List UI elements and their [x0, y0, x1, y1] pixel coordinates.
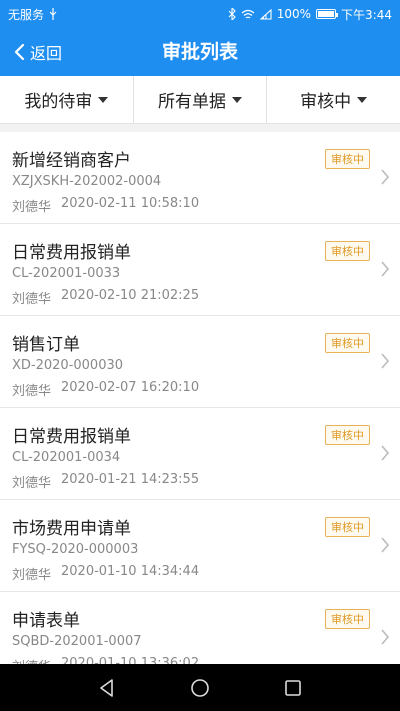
bluetooth-icon [228, 8, 236, 20]
item-title: 新增经销商客户 [12, 151, 131, 171]
item-user: 刘德华 [12, 200, 52, 215]
item-code: FYSQ-2020-000003 [12, 542, 139, 557]
back-label: 返回 [30, 44, 63, 63]
item-code: XZJXSKH-202002-0004 [12, 174, 162, 189]
status-badge: 审核中 [325, 609, 370, 629]
approval-list: 新增经销商客户 XZJXSKH-202002-0004 刘德华 2020-02-1… [0, 132, 400, 664]
item-code: CL-202001-0033 [12, 266, 121, 281]
status-left: 无服务 [8, 6, 57, 23]
list-item[interactable]: 日常费用报销单 CL-202001-0033 刘德华 2020-02-10 21:… [0, 224, 400, 316]
battery-fill [318, 11, 335, 17]
item-datetime: 2020-02-07 16:20:10 [61, 380, 200, 395]
chevron-right-icon [381, 261, 390, 277]
clock-text: 下午3:44 [341, 7, 392, 22]
nav-bar: 返回 审批列表 [0, 28, 400, 76]
item-user: 刘德华 [12, 292, 52, 307]
item-datetime: 2020-01-10 13:36:02 [61, 656, 200, 664]
list-item[interactable]: 市场费用申请单 FYSQ-2020-000003 刘德华 2020-01-10 1… [0, 500, 400, 592]
item-datetime: 2020-02-10 21:02:25 [61, 288, 200, 303]
carrier-text: 无服务 [8, 7, 45, 22]
recents-square-icon[interactable] [282, 677, 304, 699]
battery-icon [316, 9, 339, 19]
filter-doctype-dropdown[interactable]: 所有单据 [134, 76, 268, 123]
filter-label: 所有单据 [158, 92, 226, 112]
item-meta: 刘德华 2020-02-10 21:02:25 [12, 288, 199, 307]
signal-icon [259, 8, 272, 20]
list-item[interactable]: 日常费用报销单 CL-202001-0034 刘德华 2020-01-21 14:… [0, 408, 400, 500]
item-datetime: 2020-01-21 14:23:55 [61, 472, 200, 487]
usb-icon [49, 8, 57, 20]
caret-down-icon [357, 96, 368, 103]
filter-bar: 我的待审 所有单据 审核中 [0, 76, 400, 124]
item-meta: 刘德华 2020-01-10 13:36:02 [12, 656, 199, 664]
chevron-right-icon [381, 353, 390, 369]
status-badge: 审核中 [325, 333, 370, 353]
back-triangle-icon[interactable] [96, 677, 118, 699]
back-button[interactable]: 返回 [12, 28, 62, 76]
item-code: XD-2020-000030 [12, 358, 124, 373]
caret-down-icon [232, 96, 242, 103]
status-bar: 无服务 100% 下午3:44 [0, 0, 400, 28]
status-badge: 审核中 [325, 425, 370, 445]
filter-label: 我的待审 [24, 92, 93, 112]
battery-text: 100% [276, 7, 312, 21]
item-user: 刘德华 [12, 656, 51, 664]
item-code: SQBD-202001-0007 [12, 634, 142, 649]
filter-mine-dropdown[interactable]: 我的待审 [0, 76, 134, 123]
list-item[interactable]: 申请表单 SQBD-202001-0007 刘德华 2020-01-10 13:3… [0, 592, 400, 664]
item-title: 销售订单 [12, 335, 80, 355]
chevron-left-icon [14, 43, 25, 61]
status-badge: 审核中 [325, 241, 370, 261]
chevron-right-icon [381, 445, 390, 461]
status-badge: 审核中 [325, 517, 370, 537]
chevron-right-icon [381, 169, 390, 185]
chevron-right-icon [381, 537, 390, 553]
list-item[interactable]: 销售订单 XD-2020-000030 刘德华 2020-02-07 16:20:… [0, 316, 400, 408]
item-meta: 刘德华 2020-01-21 14:23:55 [12, 472, 199, 491]
item-title: 日常费用报销单 [12, 243, 131, 263]
item-meta: 刘德华 2020-02-07 16:20:10 [12, 380, 199, 399]
item-user: 刘德华 [12, 568, 52, 583]
item-code: CL-202001-0034 [12, 450, 121, 465]
chevron-right-icon [381, 629, 390, 645]
home-circle-icon[interactable] [189, 677, 211, 699]
item-user: 刘德华 [12, 384, 52, 399]
item-meta: 刘德华 2020-02-11 10:58:10 [12, 196, 199, 215]
item-title: 申请表单 [12, 611, 80, 631]
status-badge: 审核中 [325, 149, 370, 169]
item-title: 日常费用报销单 [12, 427, 131, 447]
status-right: 100% 下午3:44 [228, 6, 392, 23]
system-nav-bar [0, 664, 400, 711]
item-meta: 刘德华 2020-01-10 14:34:44 [12, 564, 199, 583]
filter-label: 审核中 [300, 92, 352, 112]
caret-down-icon [98, 96, 109, 103]
item-user: 刘德华 [12, 476, 52, 491]
filter-status-dropdown[interactable]: 审核中 [267, 76, 400, 123]
wifi-icon [241, 9, 255, 19]
item-datetime: 2020-01-10 14:34:44 [61, 564, 200, 579]
list-item[interactable]: 新增经销商客户 XZJXSKH-202002-0004 刘德华 2020-02-1… [0, 132, 400, 224]
item-datetime: 2020-02-11 10:58:10 [61, 196, 200, 211]
item-title: 市场费用申请单 [12, 519, 131, 539]
